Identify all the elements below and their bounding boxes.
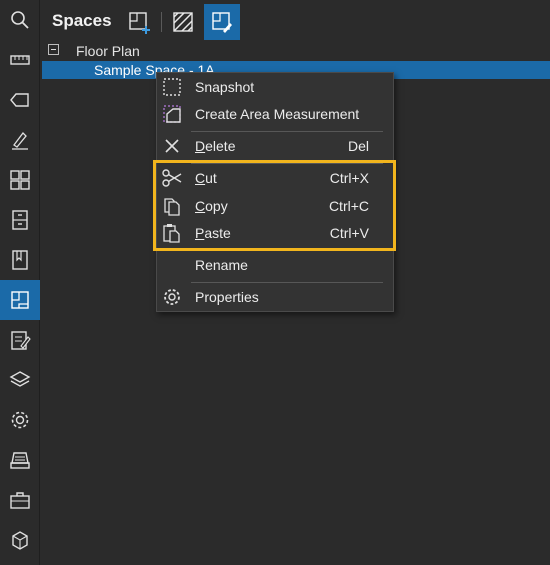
menu-separator [191,250,383,251]
toolbar-separator [161,12,162,32]
gear-icon [161,287,183,307]
edit-space-button[interactable] [204,4,240,40]
add-space-icon [129,12,150,34]
page-title: Spaces [52,11,112,30]
menu-item-rename[interactable]: Rename [157,252,393,278]
hatch-icon [173,12,193,32]
paste-icon [161,223,183,243]
menu-separator [191,131,383,132]
thumbnails-grid-icon[interactable] [0,160,40,200]
ruler-icon[interactable] [0,40,40,80]
settings-gear-icon[interactable] [0,400,40,440]
file-cabinet-icon[interactable] [0,200,40,240]
menu-item-copy[interactable]: Copy Ctrl+C [157,193,393,219]
bookmark-icon[interactable] [0,240,40,280]
menu-item-snapshot[interactable]: Snapshot [157,74,393,100]
edit-space-icon [212,12,232,33]
menu-item-cut[interactable]: Cut Ctrl+X [157,165,393,191]
area-measure-icon [161,104,183,124]
scissors-icon [161,168,183,188]
delete-x-icon [161,136,183,156]
toolbox-icon[interactable] [0,480,40,520]
add-space-button[interactable] [121,4,157,40]
markups-list-icon[interactable] [0,320,40,360]
left-toolbar [0,0,40,565]
menu-item-paste[interactable]: Paste Ctrl+V [157,220,393,246]
menu-item-delete[interactable]: Delete Del [157,133,393,159]
menu-separator [191,163,383,164]
collapse-toggle[interactable] [48,44,59,55]
copy-icon [161,196,183,216]
menu-item-properties[interactable]: Properties [157,284,393,310]
spaces-icon[interactable] [0,280,40,320]
tag-icon[interactable] [0,80,40,120]
markup-pen-icon[interactable] [0,120,40,160]
tree-node-floor-plan[interactable]: Floor Plan [76,43,140,59]
search-icon[interactable] [0,0,40,40]
scanner-icon[interactable] [0,440,40,480]
layers-icon[interactable] [0,360,40,400]
menu-separator [191,282,383,283]
snapshot-icon [161,77,183,97]
3d-shape-icon[interactable] [0,520,40,560]
context-menu: Snapshot Create Area Measurement Delete … [156,72,394,312]
menu-item-create-area-measurement[interactable]: Create Area Measurement [157,101,393,127]
hatch-button[interactable] [165,4,201,40]
